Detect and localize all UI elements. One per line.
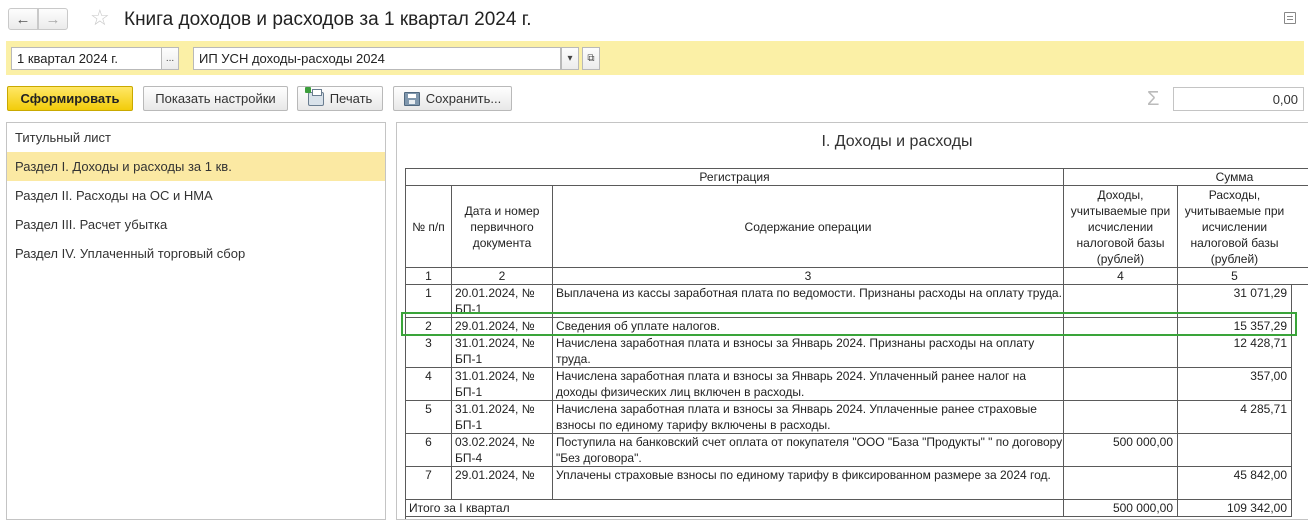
header-registration: Регистрация xyxy=(406,169,1064,186)
floppy-disk-icon xyxy=(403,91,420,106)
sigma-icon: Σ xyxy=(1147,88,1160,110)
row-7-date: 29.01.2024, № xyxy=(452,467,553,500)
row-7-num: 7 xyxy=(406,467,452,500)
organization-dropdown-button[interactable]: ▾ xyxy=(561,47,579,70)
row-6-num: 6 xyxy=(406,434,452,467)
row-3-content: Начислена заработная плата и взносы за Я… xyxy=(553,335,1064,368)
row-3-income xyxy=(1064,335,1178,368)
header-date: Дата и номер первичного документа xyxy=(452,186,553,268)
section-title-page[interactable]: Титульный лист xyxy=(7,123,385,152)
organization-open-button[interactable]: ⧉ xyxy=(582,47,600,70)
row-3-date: 31.01.2024, № БП-1 xyxy=(452,335,553,368)
sections-list: Титульный лист Раздел I. Доходы и расход… xyxy=(6,122,386,520)
row-1-date: 20.01.2024, № БП-1 xyxy=(452,285,553,318)
row-1-expense: 31 071,29 xyxy=(1178,285,1292,318)
section-1-income-expenses[interactable]: Раздел I. Доходы и расходы за 1 кв. xyxy=(7,152,385,181)
row-5-content: Начислена заработная плата и взносы за Я… xyxy=(553,401,1064,434)
row-7-expense: 45 842,00 xyxy=(1178,467,1292,500)
save-button[interactable]: Сохранить... xyxy=(393,86,512,111)
list-menu-icon[interactable] xyxy=(1284,12,1296,24)
period-field[interactable]: 1 квартал 2024 г. xyxy=(11,47,162,70)
row-2-expense: 15 357,29 xyxy=(1178,318,1292,335)
col-num-1: 1 xyxy=(406,268,452,285)
print-button[interactable]: Печать xyxy=(297,86,383,111)
section-4-trade-fee[interactable]: Раздел IV. Уплаченный торговый сбор xyxy=(7,239,385,268)
col-num-4: 4 xyxy=(1064,268,1178,285)
organization-field[interactable]: ИП УСН доходы-расходы 2024 xyxy=(193,47,561,70)
total-income: 500 000,00 xyxy=(1064,500,1178,517)
printer-icon xyxy=(304,86,324,106)
col-num-3: 3 xyxy=(553,268,1064,285)
row-2-content: Сведения об уплате налогов. xyxy=(553,318,1064,335)
header-expense: Расходы, учитываемые при исчислении нало… xyxy=(1178,186,1308,268)
row-5-expense: 4 285,71 xyxy=(1178,401,1292,434)
row-6-date: 03.02.2024, № БП-4 xyxy=(452,434,553,467)
favorite-star-icon[interactable]: ☆ xyxy=(90,6,110,30)
row-5-date: 31.01.2024, № БП-1 xyxy=(452,401,553,434)
forward-button[interactable]: → xyxy=(38,8,68,30)
header-sum: Сумма xyxy=(1064,169,1308,186)
total-expense: 109 342,00 xyxy=(1178,500,1292,517)
row-2-num: 2 xyxy=(406,318,452,335)
row-4-income xyxy=(1064,368,1178,401)
col-num-2: 2 xyxy=(452,268,553,285)
arrow-right-icon: → xyxy=(45,10,61,28)
total-label: Итого за I квартал xyxy=(406,500,1064,517)
row-6-expense xyxy=(1178,434,1292,467)
save-label: Сохранить... xyxy=(425,91,502,106)
period-select-button[interactable]: ... xyxy=(161,47,179,70)
row-4-date: 31.01.2024, № БП-1 xyxy=(452,368,553,401)
row-2-date: 29.01.2024, № xyxy=(452,318,553,335)
row-1-num: 1 xyxy=(406,285,452,318)
row-7-content: Уплачены страховые взносы по единому тар… xyxy=(553,467,1064,500)
arrow-left-icon: ← xyxy=(15,10,31,28)
title-bar: ← → ☆ Книга доходов и расходов за 1 квар… xyxy=(0,0,1308,40)
report-title: I. Доходы и расходы xyxy=(821,133,973,150)
report-table: Регистрация Сумма № п/п Дата и номер пер… xyxy=(405,168,1308,519)
section-3-loss-calculation[interactable]: Раздел III. Расчет убытка xyxy=(7,210,385,239)
row-2-income xyxy=(1064,318,1178,335)
row-4-content: Начислена заработная плата и взносы за Я… xyxy=(553,368,1064,401)
row-6-income: 500 000,00 xyxy=(1064,434,1178,467)
print-label: Печать xyxy=(329,91,373,106)
row-6-content: Поступила на банковский счет оплата от п… xyxy=(553,434,1064,467)
back-button[interactable]: ← xyxy=(8,8,38,30)
generate-button[interactable]: Сформировать xyxy=(7,86,133,111)
header-content: Содержание операции xyxy=(553,186,1064,268)
row-3-expense: 12 428,71 xyxy=(1178,335,1292,368)
row-1-income xyxy=(1064,285,1178,318)
window-title: Книга доходов и расходов за 1 квартал 20… xyxy=(124,9,532,30)
section-2-fixed-assets[interactable]: Раздел II. Расходы на ОС и НМА xyxy=(7,181,385,210)
report-spreadsheet[interactable]: I. Доходы и расходы Регистрация Сумма № … xyxy=(396,122,1308,520)
row-4-num: 4 xyxy=(406,368,452,401)
row-5-num: 5 xyxy=(406,401,452,434)
selection-sum-field: 0,00 xyxy=(1173,87,1304,111)
header-income: Доходы, учитываемые при исчислении налог… xyxy=(1064,186,1178,268)
report-parameters-panel: 1 квартал 2024 г. ... ИП УСН доходы-расх… xyxy=(6,41,1304,75)
row-5-income xyxy=(1064,401,1178,434)
row-4-expense: 357,00 xyxy=(1178,368,1292,401)
row-7-income xyxy=(1064,467,1178,500)
col-num-5: 5 xyxy=(1178,268,1308,285)
row-1-content: Выплачена из кассы заработная плата по в… xyxy=(553,285,1064,318)
show-settings-button[interactable]: Показать настройки xyxy=(143,86,288,111)
row-3-num: 3 xyxy=(406,335,452,368)
header-num: № п/п xyxy=(406,186,452,268)
